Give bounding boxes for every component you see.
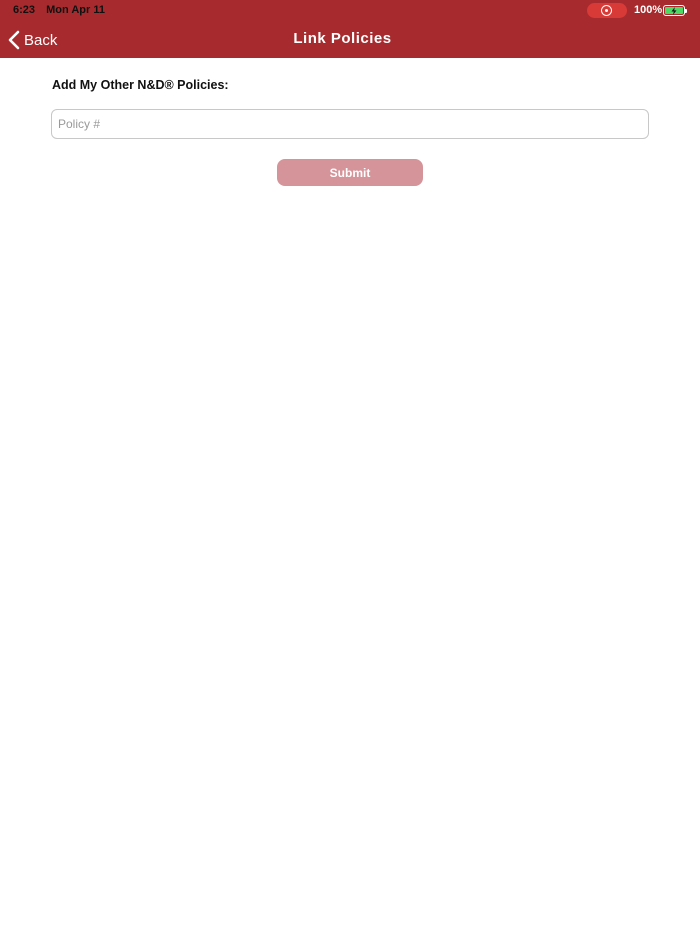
policy-number-input[interactable] [51,109,649,139]
submit-button[interactable]: Submit [277,159,423,186]
status-date: Mon Apr 11 [46,4,105,16]
status-bar: 6:23 Mon Apr 11 100% [0,0,700,20]
battery-percent: 100% [634,4,663,16]
screen-record-icon[interactable] [587,3,627,18]
page-title: Link Policies [293,30,392,47]
navigation-bar: Back Link Policies [0,20,700,58]
status-left: 6:23 Mon Apr 11 [13,4,113,16]
section-label: Add My Other N&D® Policies: [52,78,229,92]
app-header: 6:23 Mon Apr 11 100% Back Link Policies [0,0,700,58]
status-time: 6:23 [13,4,36,16]
battery-charging-icon [663,5,687,16]
